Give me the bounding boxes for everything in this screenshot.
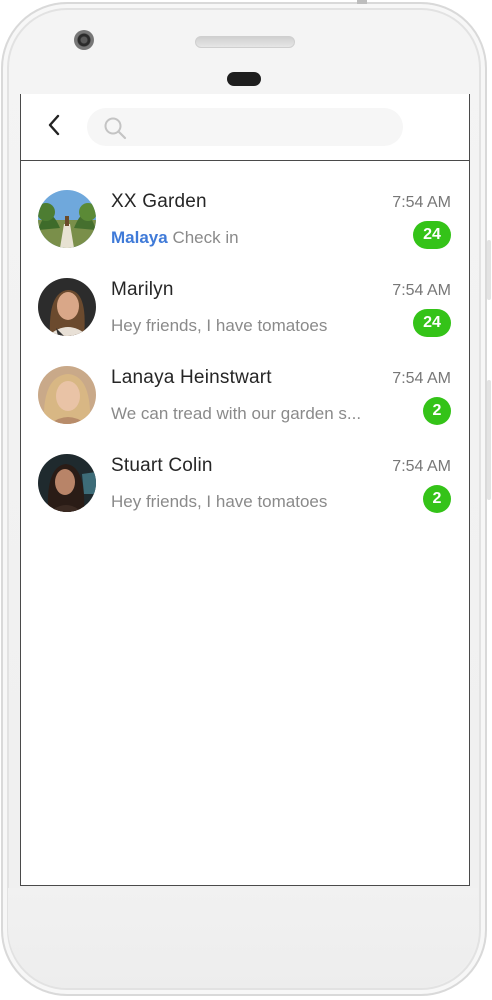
chat-item-lanaya-heinstwart[interactable]: Lanaya Heinstwart 7:54 AM We can tread w… <box>21 337 469 425</box>
chat-list: XX Garden 7:54 AM Malaya Check in 24 Mar… <box>21 161 469 513</box>
avatar-garden <box>38 190 96 248</box>
avatar-marilyn <box>38 278 96 336</box>
volume-down-button <box>487 380 491 500</box>
power-button-top <box>357 0 367 4</box>
message-text: We can tread with our garden s... <box>111 404 362 423</box>
earpiece-speaker <box>195 36 295 48</box>
chat-name: Stuart Colin <box>111 455 213 476</box>
search-icon <box>104 117 127 140</box>
unread-badge: 24 <box>413 221 451 249</box>
message-text: Hey friends, I have tomatoes <box>111 316 328 335</box>
message-text: Hey friends, I have tomatoes <box>111 492 328 511</box>
chat-preview: Hey friends, I have tomatoes <box>111 316 383 336</box>
chat-time: 7:54 AM <box>392 458 451 475</box>
back-button[interactable] <box>43 112 67 138</box>
chat-time: 7:54 AM <box>392 370 451 387</box>
unread-badge: 24 <box>413 309 451 337</box>
unread-badge: 2 <box>423 485 451 513</box>
chevron-left-icon <box>48 114 60 136</box>
chat-name: Lanaya Heinstwart <box>111 367 272 388</box>
avatar-lanaya <box>38 366 96 424</box>
message-sender: Malaya <box>111 228 168 247</box>
search-bar[interactable] <box>87 108 403 146</box>
app-screen: XX Garden 7:54 AM Malaya Check in 24 Mar… <box>20 94 470 886</box>
bottom-bezel <box>8 888 478 988</box>
top-bar <box>21 94 469 160</box>
avatar-stuart <box>38 454 96 512</box>
unread-badge: 2 <box>423 397 451 425</box>
chat-preview: Hey friends, I have tomatoes <box>111 492 383 512</box>
search-input[interactable] <box>137 112 391 144</box>
chat-item-marilyn[interactable]: Marilyn 7:54 AM Hey friends, I have toma… <box>21 249 469 337</box>
chat-preview: Malaya Check in <box>111 228 383 248</box>
volume-up-button <box>487 240 491 300</box>
chat-preview: We can tread with our garden s... <box>111 404 383 424</box>
chat-time: 7:54 AM <box>392 282 451 299</box>
front-camera <box>74 30 94 50</box>
message-text: Check in <box>172 228 239 247</box>
chat-name: XX Garden <box>111 191 207 212</box>
proximity-sensor <box>227 72 261 86</box>
chat-item-xx-garden[interactable]: XX Garden 7:54 AM Malaya Check in 24 <box>21 161 469 249</box>
chat-time: 7:54 AM <box>392 194 451 211</box>
chat-item-stuart-colin[interactable]: Stuart Colin 7:54 AM Hey friends, I have… <box>21 425 469 513</box>
chat-name: Marilyn <box>111 279 174 300</box>
